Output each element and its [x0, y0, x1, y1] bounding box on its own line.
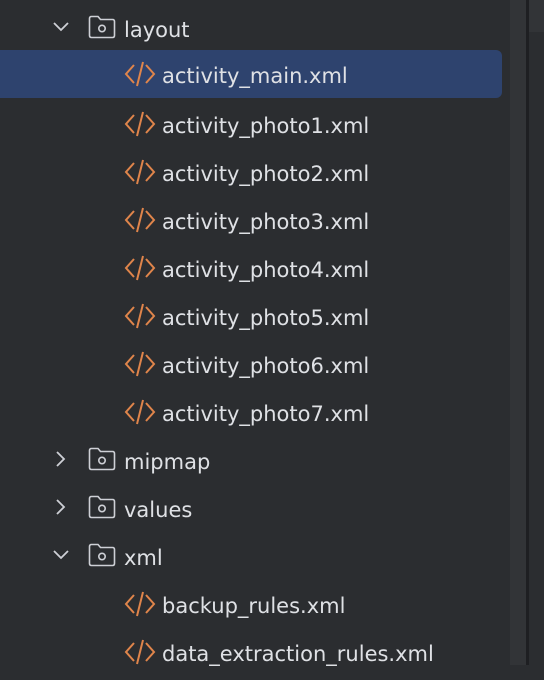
tree-file-activity-photo7[interactable]: activity_photo7.xml	[0, 388, 502, 436]
chevron-down-icon[interactable]	[50, 532, 70, 580]
project-tree: layout activity_main.xml activity_photo1…	[0, 0, 510, 666]
vertical-scrollbar[interactable]	[510, 0, 526, 665]
folder-label: mipmap	[124, 450, 211, 474]
tree-folder-mipmap[interactable]: mipmap	[0, 436, 502, 484]
tree-file-activity-photo2[interactable]: activity_photo2.xml	[0, 148, 502, 196]
xml-file-icon	[124, 50, 156, 98]
tree-folder-values[interactable]: values	[0, 484, 502, 532]
folder-icon	[88, 484, 116, 532]
editor-tab-edge	[529, 0, 544, 32]
xml-file-icon	[124, 100, 156, 148]
xml-file-icon	[124, 148, 156, 196]
tree-file-activity-photo4[interactable]: activity_photo4.xml	[0, 244, 502, 292]
file-label: activity_photo2.xml	[162, 162, 370, 186]
folder-icon	[88, 436, 116, 484]
tree-file-activity-photo3[interactable]: activity_photo3.xml	[0, 196, 502, 244]
file-label: activity_main.xml	[162, 64, 348, 88]
chevron-right-icon[interactable]	[50, 484, 70, 532]
chevron-down-icon[interactable]	[50, 4, 70, 52]
file-label: activity_photo7.xml	[162, 402, 370, 426]
editor-edge	[529, 0, 544, 665]
folder-label: layout	[124, 18, 190, 42]
tree-folder-layout[interactable]: layout	[0, 4, 502, 52]
chevron-right-icon[interactable]	[50, 436, 70, 484]
tree-file-data-extraction-rules[interactable]: data_extraction_rules.xml	[0, 628, 502, 676]
file-label: backup_rules.xml	[162, 594, 346, 618]
xml-file-icon	[124, 340, 156, 388]
xml-file-icon	[124, 292, 156, 340]
file-label: activity_photo5.xml	[162, 306, 370, 330]
tree-file-activity-main[interactable]: activity_main.xml	[0, 50, 502, 98]
xml-file-icon	[124, 196, 156, 244]
tree-folder-xml[interactable]: xml	[0, 532, 502, 580]
tree-file-activity-photo1[interactable]: activity_photo1.xml	[0, 100, 502, 148]
xml-file-icon	[124, 580, 156, 628]
tree-file-backup-rules[interactable]: backup_rules.xml	[0, 580, 502, 628]
file-label: activity_photo6.xml	[162, 354, 370, 378]
file-label: activity_photo4.xml	[162, 258, 370, 282]
file-label: activity_photo1.xml	[162, 114, 370, 138]
xml-file-icon	[124, 244, 156, 292]
folder-label: xml	[124, 546, 163, 570]
file-label: data_extraction_rules.xml	[162, 642, 434, 666]
xml-file-icon	[124, 388, 156, 436]
xml-file-icon	[124, 628, 156, 676]
folder-icon	[88, 4, 116, 52]
file-label: activity_photo3.xml	[162, 210, 370, 234]
tree-file-activity-photo5[interactable]: activity_photo5.xml	[0, 292, 502, 340]
folder-icon	[88, 532, 116, 580]
folder-label: values	[124, 498, 193, 522]
tree-file-activity-photo6[interactable]: activity_photo6.xml	[0, 340, 502, 388]
